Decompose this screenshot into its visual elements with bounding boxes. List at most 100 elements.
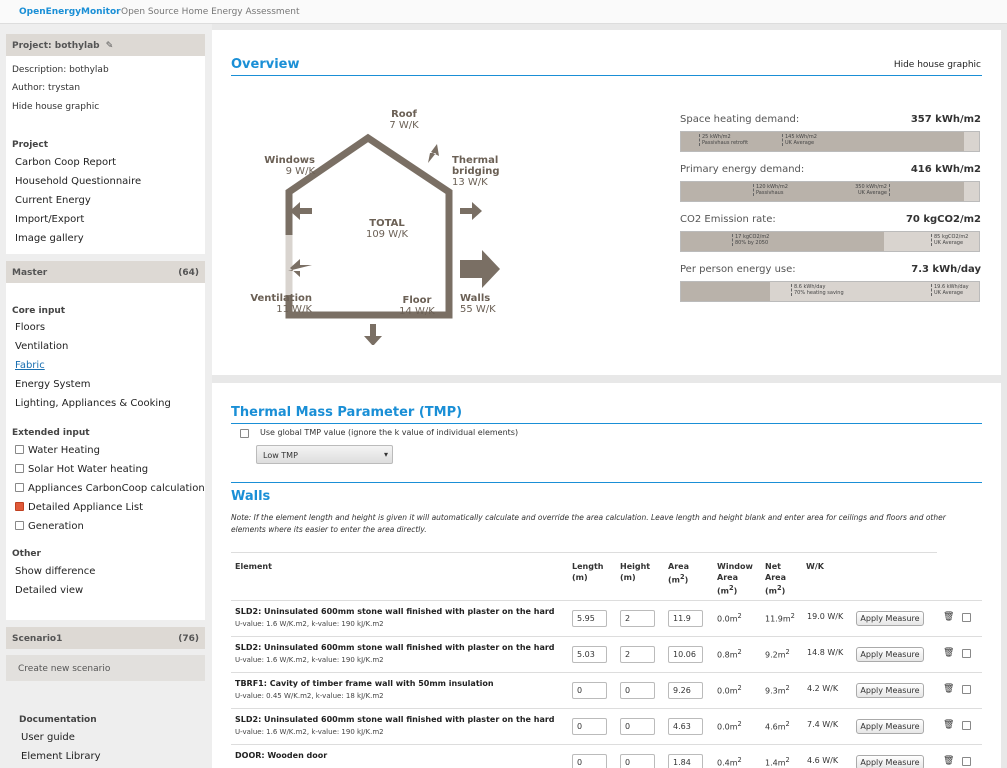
nav-user-guide[interactable]: User guide	[21, 732, 75, 743]
row-select-checkbox[interactable]	[962, 721, 971, 730]
metric-marker: 19.6 kWh/day UK Average	[931, 284, 969, 296]
net-area-value: 1.4m	[765, 758, 786, 768]
section-separator	[212, 375, 1001, 383]
hide-house-graphic-link[interactable]: Hide house graphic	[12, 102, 99, 112]
net-area-cell: 9.2m2	[765, 648, 790, 660]
net-area-sup: 2	[785, 648, 790, 656]
total-label-text: TOTAL	[369, 218, 405, 229]
metric-value: 70 kgCO2/m2	[905, 214, 981, 225]
nav-current-energy[interactable]: Current Energy	[15, 195, 91, 206]
window-area-value: 0.0m	[717, 614, 738, 624]
apply-measure-button[interactable]: Apply Measure	[856, 719, 924, 734]
metric-marker-label: 70% heating saving	[794, 290, 844, 296]
generation-checkbox[interactable]	[15, 521, 24, 530]
height-input[interactable]: 0	[620, 682, 655, 699]
net-area-sup: 2	[790, 612, 795, 620]
nav-image-gallery[interactable]: Image gallery	[15, 233, 84, 244]
tmp-select[interactable]: Low TMP ▾	[256, 445, 393, 464]
master-title: Master	[12, 268, 48, 278]
nav-detailed-view[interactable]: Detailed view	[15, 585, 83, 596]
metric-bar: 8.6 kWh/day 70% heating saving 19.6 kWh/da…	[680, 281, 980, 302]
trash-icon[interactable]: 🗑	[943, 684, 954, 694]
window-area-cell: 0.4m2	[717, 756, 742, 768]
trash-icon[interactable]: 🗑	[943, 720, 954, 730]
nav-ventilation[interactable]: Ventilation	[15, 341, 68, 352]
apply-measure-button[interactable]: Apply Measure	[856, 611, 924, 626]
metric-label: CO2 Emission rate:	[680, 214, 776, 225]
col-net-close: )	[781, 586, 786, 596]
nav-energy-system[interactable]: Energy System	[15, 379, 90, 390]
nav-detailed-appliance-list[interactable]: Detailed Appliance List	[15, 502, 143, 513]
nav-element-library[interactable]: Element Library	[21, 751, 101, 762]
row-select-checkbox[interactable]	[962, 613, 971, 622]
area-input[interactable]: 10.06	[668, 646, 703, 663]
window-area-sup: 2	[737, 684, 742, 692]
col-area-label: Area	[668, 562, 689, 571]
metric-marker-label: UK Average	[785, 140, 815, 146]
trash-icon[interactable]: 🗑	[943, 648, 954, 658]
nav-show-difference[interactable]: Show difference	[15, 566, 95, 577]
windows-label-text: Windows	[264, 155, 315, 166]
metric-marker: 145 kWh/m2 UK Average	[782, 134, 817, 146]
apply-measure-button[interactable]: Apply Measure	[856, 755, 924, 768]
nav-floors[interactable]: Floors	[15, 322, 45, 333]
nav-solar-hot-water[interactable]: Solar Hot Water heating	[15, 464, 148, 475]
nav-appliances-carboncoop[interactable]: Appliances CarbonCoop calculation	[15, 483, 205, 494]
height-input[interactable]: 0	[620, 718, 655, 735]
col-net-label: Net	[765, 562, 781, 571]
length-input[interactable]: 5.95	[572, 610, 607, 627]
trash-icon[interactable]: 🗑	[943, 612, 954, 622]
nav-carbon-coop-report[interactable]: Carbon Coop Report	[15, 157, 116, 168]
height-input[interactable]: 2	[620, 610, 655, 627]
tagline: Open Source Home Energy Assessment	[121, 7, 300, 17]
detailed-appliance-list-checkbox[interactable]	[15, 502, 24, 511]
global-tmp-checkbox[interactable]	[240, 429, 249, 438]
apply-measure-button[interactable]: Apply Measure	[856, 647, 924, 662]
appliances-carboncoop-checkbox[interactable]	[15, 483, 24, 492]
trash-icon[interactable]: 🗑	[943, 756, 954, 766]
row-select-checkbox[interactable]	[962, 685, 971, 694]
height-input[interactable]: 2	[620, 646, 655, 663]
nav-lighting-appliances-cooking[interactable]: Lighting, Appliances & Cooking	[15, 398, 171, 409]
floor-value: 14 W/K	[399, 306, 435, 317]
nav-generation[interactable]: Generation	[15, 521, 84, 532]
metric-bar-fill	[681, 182, 964, 201]
metric-bar: 25 kWh/m2 Passivhaus retrofit 145 kWh/m2 UK…	[680, 131, 980, 152]
ventilation-label-text: Ventilation	[250, 293, 312, 304]
nav-household-questionnaire[interactable]: Household Questionnaire	[15, 176, 141, 187]
create-new-scenario-link[interactable]: Create new scenario	[18, 664, 110, 674]
appliances-carboncoop-label: Appliances CarbonCoop calculation	[28, 483, 205, 494]
row-select-checkbox[interactable]	[962, 649, 971, 658]
area-input[interactable]: 11.9	[668, 610, 703, 627]
wk-cell: 4.6 W/K	[807, 756, 839, 765]
master-header[interactable]: Master (64)	[6, 261, 205, 283]
area-input[interactable]: 9.26	[668, 682, 703, 699]
metric-value: 416 kWh/m2	[910, 164, 981, 175]
length-input[interactable]: 0	[572, 682, 607, 699]
col-area-unit: (m	[668, 575, 680, 585]
height-input[interactable]: 0	[620, 754, 655, 768]
nav-import-export[interactable]: Import/Export	[15, 214, 84, 225]
nav-water-heating[interactable]: Water Heating	[15, 445, 100, 456]
nav-fabric[interactable]: Fabric	[15, 360, 45, 371]
net-area-cell: 4.6m2	[765, 720, 790, 732]
metric-marker-label: 80% by 2050	[735, 240, 769, 246]
net-area-sup: 2	[785, 684, 790, 692]
brand-logo[interactable]: OpenEnergyMonitor	[19, 7, 121, 17]
hide-house-graphic-button[interactable]: Hide house graphic	[894, 60, 981, 70]
length-input[interactable]: 5.03	[572, 646, 607, 663]
edit-icon[interactable]: ✎	[106, 41, 114, 51]
total-label: TOTAL 109 W/K	[362, 218, 412, 240]
metric-label: Per person energy use:	[680, 264, 796, 275]
apply-measure-button[interactable]: Apply Measure	[856, 683, 924, 698]
scenario1-header[interactable]: Scenario1 (76)	[6, 627, 205, 649]
length-input[interactable]: 0	[572, 718, 607, 735]
area-input[interactable]: 4.63	[668, 718, 703, 735]
solar-hot-water-checkbox[interactable]	[15, 464, 24, 473]
col-wk: W/K	[806, 562, 824, 571]
water-heating-checkbox[interactable]	[15, 445, 24, 454]
row-select-checkbox[interactable]	[962, 757, 971, 766]
area-input[interactable]: 1.84	[668, 754, 703, 768]
floor-label-text: Floor	[402, 295, 432, 306]
length-input[interactable]: 0	[572, 754, 607, 768]
